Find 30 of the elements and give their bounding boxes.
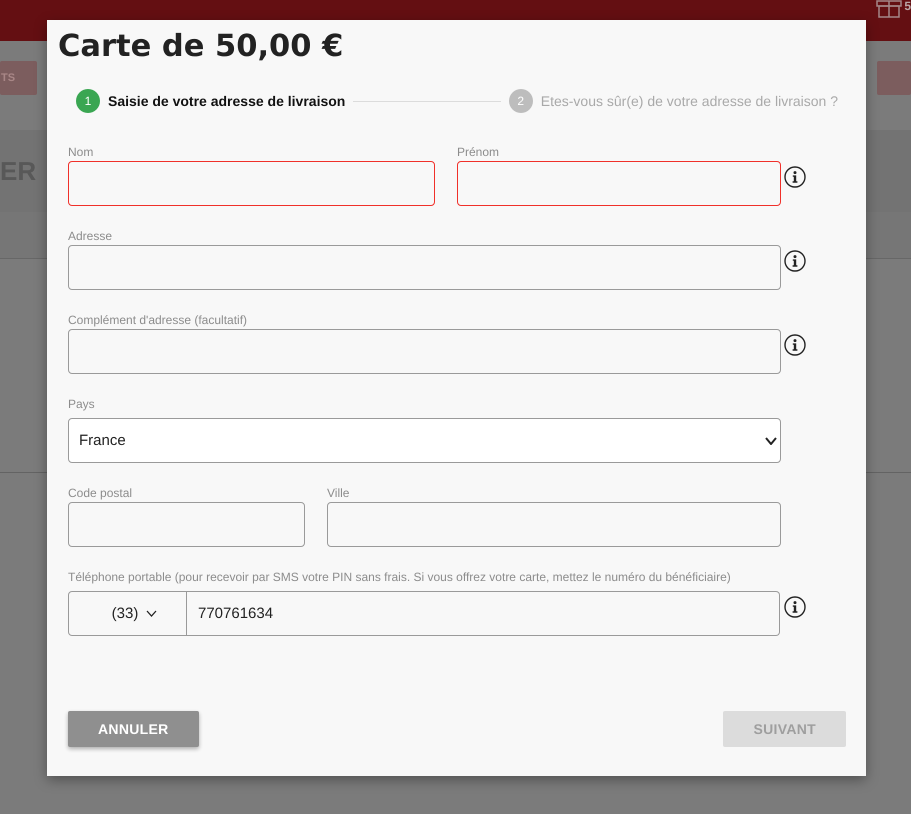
step-number: 2 [508, 89, 533, 113]
field-label: Ville [327, 486, 350, 500]
field-label: Adresse [68, 229, 112, 243]
country-select[interactable]: France [68, 418, 781, 463]
gift-icon[interactable] [876, 0, 902, 18]
phone-input[interactable]: 770761634 [187, 591, 780, 636]
info-icon[interactable] [784, 166, 806, 188]
input-field[interactable] [457, 161, 781, 206]
country-code-select[interactable]: (33) [68, 591, 187, 636]
step-label: Etes-vous sûr(e) de votre adresse de livraison ? [540, 93, 838, 109]
field-label: Pays [68, 397, 95, 411]
info-icon[interactable] [784, 596, 806, 618]
chevron-down-icon [765, 436, 777, 444]
info-icon[interactable] [784, 250, 806, 272]
input-field[interactable] [68, 329, 781, 374]
field-label: Code postal [68, 486, 132, 500]
input-field[interactable] [68, 502, 305, 547]
chevron-down-icon [146, 610, 158, 617]
step-number: 1 [76, 89, 100, 113]
dialog-title: Carte de 50,00 € [58, 28, 344, 66]
field-label: Téléphone portable (pour recevoir par SMS votre PIN sans frais. Si vous offrez votre carte, mettez le numéro du bénéficiaire) [68, 570, 731, 584]
step-label: Saisie de votre adresse de livraison [108, 93, 346, 109]
field-label: Complément d'adresse (facultatif) [68, 313, 248, 327]
input-field[interactable] [68, 245, 781, 290]
info-icon[interactable] [784, 334, 806, 356]
badge-count: 5 [904, 0, 911, 12]
field-label: Prénom [457, 145, 500, 159]
input-field[interactable] [68, 161, 435, 206]
input-field[interactable] [327, 502, 781, 547]
field-label: Nom [68, 145, 94, 159]
